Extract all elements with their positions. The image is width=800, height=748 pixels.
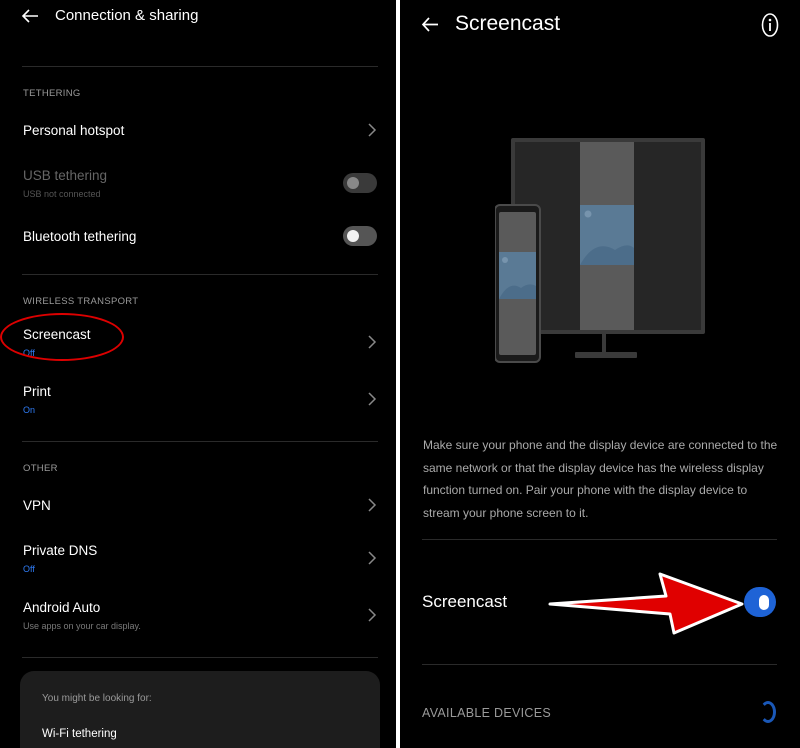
vpn-label: VPN: [23, 498, 51, 513]
chevron-right-icon: [366, 497, 378, 513]
private-dns-status: Off: [23, 564, 35, 574]
annotation-circle: [0, 313, 124, 361]
annotation-arrow: [548, 570, 744, 641]
divider: [22, 657, 378, 658]
back-arrow-icon[interactable]: [21, 8, 39, 24]
connection-sharing-panel: Connection & sharing TETHERING Personal …: [0, 0, 396, 748]
personal-hotspot-label: Personal hotspot: [23, 123, 125, 138]
suggestion-card: You might be looking for: Wi-Fi tetherin…: [20, 671, 380, 748]
divider: [422, 664, 777, 665]
android-auto-label: Android Auto: [23, 600, 101, 615]
screencast-toggle-label: Screencast: [422, 592, 508, 611]
android-auto-description: Use apps on your car display.: [23, 621, 141, 631]
chevron-right-icon: [366, 391, 378, 407]
page-title: Connection & sharing: [55, 7, 199, 24]
section-header-tethering: TETHERING: [23, 88, 81, 99]
loading-spinner-icon: [760, 701, 776, 723]
section-header-wireless-transport: WIRELESS TRANSPORT: [23, 296, 139, 307]
print-label: Print: [23, 384, 51, 399]
bluetooth-tethering-toggle[interactable]: [343, 226, 377, 246]
back-arrow-icon[interactable]: [421, 16, 439, 33]
divider: [22, 441, 378, 442]
divider: [22, 274, 378, 275]
suggestion-hint: You might be looking for:: [42, 693, 152, 704]
chevron-right-icon: [366, 334, 378, 350]
page-title: Screencast: [455, 12, 561, 35]
private-dns-label: Private DNS: [23, 543, 98, 558]
bluetooth-tethering-label: Bluetooth tethering: [23, 229, 137, 244]
chevron-right-icon: [366, 550, 378, 566]
screencast-panel: Screencast Make sure your phone and the …: [400, 0, 800, 748]
tv-phone-illustration: [494, 138, 707, 369]
print-status: On: [23, 405, 36, 415]
section-header-other: OTHER: [23, 463, 58, 474]
usb-tethering-label: USB tethering: [23, 168, 108, 183]
wifi-tethering-link[interactable]: Wi-Fi tethering: [42, 728, 117, 740]
screencast-toggle[interactable]: [744, 587, 776, 617]
divider: [422, 539, 777, 540]
usb-tethering-status: USB not connected: [23, 189, 101, 199]
screencast-description: Make sure your phone and the display dev…: [423, 438, 778, 520]
divider: [22, 66, 378, 67]
usb-tethering-toggle: [343, 173, 377, 193]
info-icon[interactable]: [761, 13, 779, 37]
chevron-right-icon: [366, 122, 378, 138]
available-devices-header: AVAILABLE DEVICES: [422, 706, 551, 720]
chevron-right-icon: [366, 607, 378, 623]
